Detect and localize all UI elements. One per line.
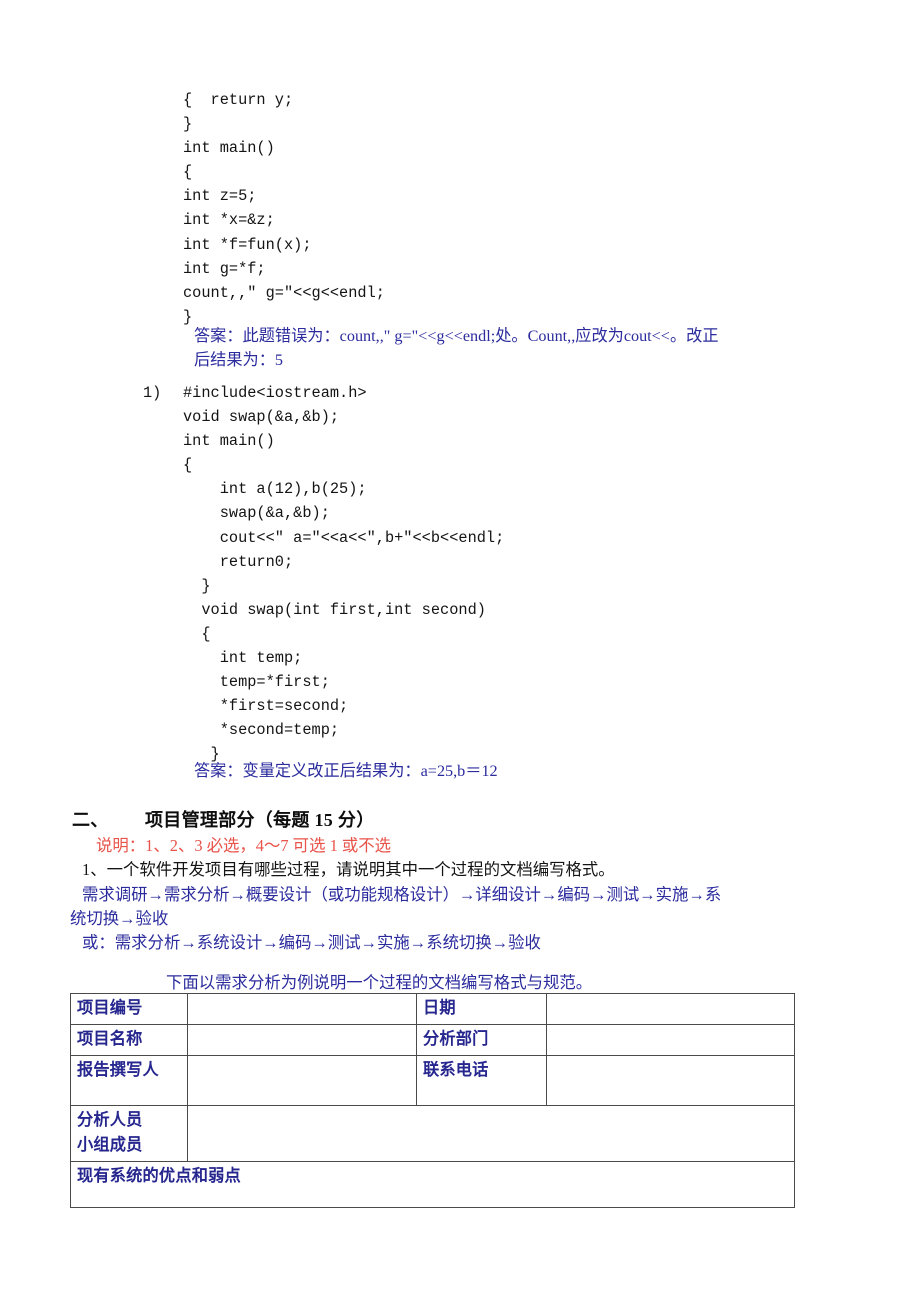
cell-value-contact-phone[interactable] <box>546 1055 795 1106</box>
code-line: int a(12),b(25); <box>183 480 367 499</box>
cell-value-analysis-department[interactable] <box>546 1024 795 1056</box>
code-line: count,," g="<<g<<endl; <box>183 283 385 302</box>
code-line: int main() <box>183 432 275 451</box>
code-line: { <box>183 624 211 643</box>
code-line: int main() <box>183 139 275 158</box>
document-page: { return y; } int main() { int z=5; int … <box>0 0 920 1302</box>
code-line: { <box>183 163 193 182</box>
cell-label-existing-system-pros-cons: 现有系统的优点和弱点 <box>70 1161 795 1208</box>
code-line: temp=*first; <box>183 673 330 692</box>
question-1: 1、一个软件开发项目有哪些过程，请说明其中一个过程的文档编写格式。 <box>82 860 615 879</box>
code-line: int z=5; <box>183 187 257 206</box>
code-line: int temp; <box>183 649 303 668</box>
table-row: 项目编号 日期 <box>70 993 795 1025</box>
cell-label-analyst-team-members: 分析人员 小组成员 <box>70 1105 188 1162</box>
cell-label-project-name: 项目名称 <box>70 1024 188 1056</box>
code-line: int *f=fun(x); <box>183 235 312 254</box>
code-block-1: { return y; } int main() { int z=5; int … <box>183 88 385 329</box>
table-caption: 下面以需求分析为例说明一个过程的文档编写格式与规范。 <box>166 973 593 992</box>
table-row: 报告撰写人 联系电话 <box>70 1055 795 1106</box>
code-line: #include<iostream.h> <box>183 384 367 402</box>
code-line: cout<<" a="<<a<<",b+"<<b<<endl; <box>183 528 505 547</box>
cell-value-report-author[interactable] <box>187 1055 417 1106</box>
code-line: return0; <box>183 552 294 571</box>
table-row: 现有系统的优点和弱点 <box>70 1161 795 1208</box>
answer-line: 后结果为：5 <box>194 350 284 369</box>
answer-block-1: 答案：此题错误为：count,," g="<<g<<endl;处。Count,,… <box>194 325 866 372</box>
code-line: int g=*f; <box>183 259 266 278</box>
code-line: } <box>183 115 193 134</box>
code-line: void swap(int first,int second) <box>183 600 486 619</box>
list-marker-1: 1) <box>143 384 162 402</box>
cell-label-date: 日期 <box>416 993 547 1025</box>
code-line: { return y; <box>183 91 294 109</box>
cell-value-project-name[interactable] <box>187 1024 417 1056</box>
cell-value-analyst-team-members[interactable] <box>187 1105 795 1162</box>
section-note: 说明：1、2、3 必选，4～7 可选 1 或不选 <box>96 836 392 855</box>
cell-label-analysis-department: 分析部门 <box>416 1024 547 1056</box>
answer-block-2: 答案：变量定义改正后结果为：a=25,b＝12 <box>194 762 498 780</box>
code-line: swap(&a,&b); <box>183 504 330 523</box>
requirement-analysis-form-table: 项目编号 日期 项目名称 分析部门 报告撰写人 联系电话 分析人员 小组成员 现… <box>70 993 795 1208</box>
code-line: { <box>183 456 193 475</box>
code-line: void swap(&a,&b); <box>183 408 340 427</box>
code-block-2: #include<iostream.h> void swap(&a,&b); i… <box>183 381 504 767</box>
section-title: 项目管理部分（每题 15 分） <box>145 810 375 830</box>
cell-label-report-author: 报告撰写人 <box>70 1055 188 1106</box>
code-line: *first=second; <box>183 697 349 716</box>
section-number: 二、 <box>72 810 109 830</box>
table-row: 项目名称 分析部门 <box>70 1024 795 1056</box>
process-flow-line-2: 统切换→验收 <box>70 909 169 928</box>
cell-label-contact-phone: 联系电话 <box>416 1055 547 1106</box>
cell-label-project-number: 项目编号 <box>70 993 188 1025</box>
code-line: } <box>183 576 211 595</box>
cell-value-date[interactable] <box>546 993 795 1025</box>
answer-line: 答案：此题错误为：count,," g="<<g<<endl;处。Count,,… <box>194 327 719 345</box>
cell-value-project-number[interactable] <box>187 993 417 1025</box>
code-line: *second=temp; <box>183 721 340 740</box>
code-line: int *x=&z; <box>183 211 275 230</box>
table-row: 分析人员 小组成员 <box>70 1105 795 1162</box>
process-flow-line-1: 需求调研→需求分析→概要设计（或功能规格设计）→详细设计→编码→测试→实施→系 <box>82 885 722 904</box>
process-flow-line-3: 或：需求分析→系统设计→编码→测试→实施→系统切换→验收 <box>82 933 541 952</box>
